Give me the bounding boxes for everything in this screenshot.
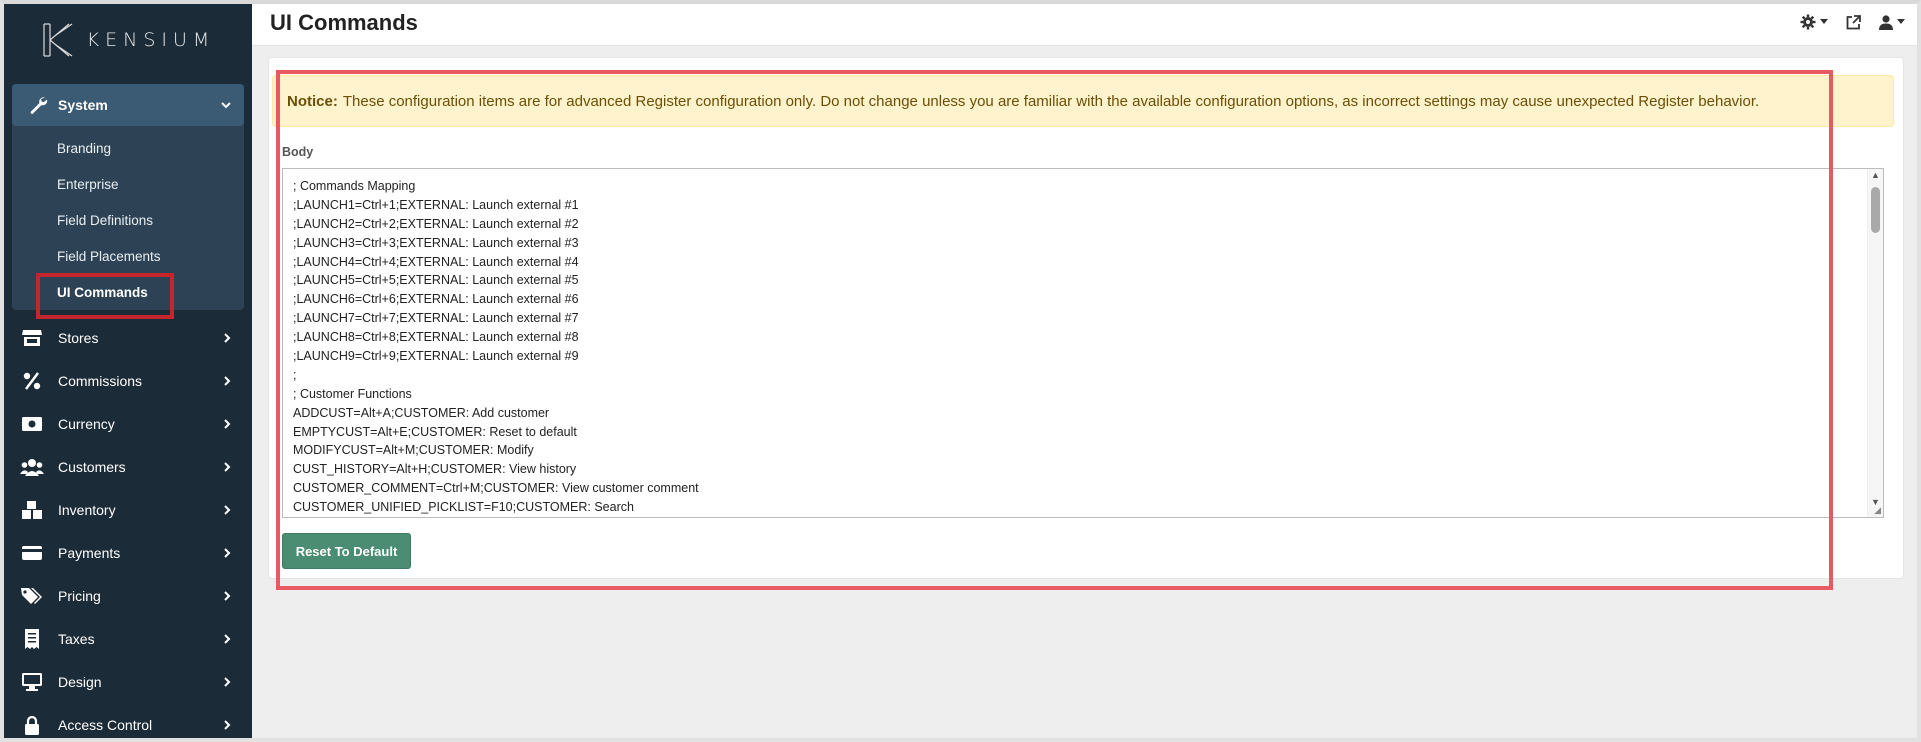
sidebar-item-label: Commissions [58, 372, 143, 389]
tags-icon [20, 584, 44, 608]
sidebar-item-label: Inventory [58, 501, 116, 518]
sidebar-item-commissions[interactable]: Commissions [4, 359, 252, 402]
body-text-line: ; [293, 367, 297, 382]
body-text-line: EMPTYCUST=Alt+E;CUSTOMER: Reset to defau… [293, 424, 577, 439]
body-textarea[interactable]: ; Commands Mapping ;LAUNCH1=Ctrl+1;EXTERN… [282, 168, 1884, 518]
sidebar-item-payments[interactable]: Payments [4, 531, 252, 574]
external-link-icon [1846, 14, 1861, 30]
credit-card-icon [20, 541, 44, 565]
boxes-icon [20, 498, 44, 522]
topbar-actions [1800, 14, 1905, 30]
sidebar-item-label: Access Control [58, 716, 153, 733]
sidebar-item-design[interactable]: Design [4, 660, 252, 703]
money-icon [20, 412, 44, 436]
user-icon [1879, 14, 1893, 30]
notice-text: These configuration items are for advanc… [342, 92, 1760, 110]
wrench-icon [24, 95, 52, 115]
body-text-line: ;LAUNCH4=Ctrl+4;EXTERNAL: Launch externa… [293, 254, 579, 269]
topbar: UI Commands [252, 4, 1917, 46]
chevron-right-icon [222, 547, 232, 559]
sidebar-item-label: Pricing [58, 587, 101, 604]
percent-icon [20, 369, 44, 393]
body-text-line: ADDCUST=Alt+A;CUSTOMER: Add customer [293, 405, 550, 420]
scroll-up-arrow-icon[interactable]: ▲ [1871, 170, 1880, 180]
sidebar-item-customers[interactable]: Customers [4, 445, 252, 488]
sidebar-item-currency[interactable]: Currency [4, 402, 252, 445]
sidebar: KENSIUM System Branding Enterprise Field… [4, 4, 252, 738]
open-external-button[interactable] [1846, 14, 1861, 30]
sidebar-item-label: Stores [58, 329, 99, 346]
notice-alert: Notice: These configuration items are fo… [272, 75, 1894, 127]
body-text-line: CUSTOMER_UNIFIED_PICKLIST=F10;CUSTOMER: … [293, 500, 634, 515]
lock-icon [20, 713, 44, 737]
sidebar-item-stores[interactable]: Stores [4, 316, 252, 359]
chevron-right-icon [222, 633, 232, 645]
chevron-right-icon [222, 719, 232, 731]
sidebar-item-label: Currency [58, 415, 115, 432]
chevron-right-icon [222, 504, 232, 516]
kensium-logo-icon [41, 22, 75, 58]
body-text-line: ;LAUNCH1=Ctrl+1;EXTERNAL: Launch externa… [293, 197, 579, 212]
body-text-line: ;LAUNCH9=Ctrl+9;EXTERNAL: Launch externa… [293, 349, 579, 364]
sidebar-item-access-control[interactable]: Access Control [4, 703, 252, 738]
brand-logo[interactable]: KENSIUM [4, 4, 252, 76]
sidebar-item-enterprise[interactable]: Enterprise [12, 166, 244, 202]
body-text-line: ;LAUNCH7=Ctrl+7;EXTERNAL: Launch externa… [293, 311, 579, 326]
settings-menu-button[interactable] [1800, 14, 1828, 30]
monitor-icon [20, 670, 44, 694]
body-text-line: ;LAUNCH3=Ctrl+3;EXTERNAL: Launch externa… [293, 235, 579, 250]
body-text-line: ;LAUNCH6=Ctrl+6;EXTERNAL: Launch externa… [293, 292, 579, 307]
chevron-right-icon [222, 676, 232, 688]
sidebar-item-inventory[interactable]: Inventory [4, 488, 252, 531]
scrollbar-thumb[interactable] [1871, 187, 1880, 233]
body-text-line: ; Commands Mapping [293, 179, 416, 193]
body-text-line: CUST_HISTORY=Alt+H;CUSTOMER: View histor… [293, 462, 577, 477]
chevron-right-icon [222, 590, 232, 602]
chevron-right-icon [222, 375, 232, 387]
reset-to-default-button[interactable]: Reset To Default [282, 533, 411, 569]
sidebar-item-field-definitions[interactable]: Field Definitions [12, 202, 244, 238]
body-field-label: Body [282, 145, 314, 159]
sidebar-item-pricing[interactable]: Pricing [4, 574, 252, 617]
sidebar-item-system[interactable]: System [12, 84, 244, 126]
users-icon [20, 455, 44, 479]
chevron-right-icon [222, 418, 232, 430]
sidebar-item-label: Taxes [58, 630, 95, 647]
sidebar-item-ui-commands[interactable]: UI Commands [12, 273, 244, 319]
body-text-lines: ; Commands Mapping ;LAUNCH1=Ctrl+1;EXTERN… [293, 177, 1873, 517]
body-text-line: CUSTOMER_COMMENT=Ctrl+M;CUSTOMER: View c… [293, 481, 699, 496]
receipt-icon [20, 627, 44, 651]
sidebar-item-field-placements[interactable]: Field Placements [12, 238, 244, 274]
body-text-line: ;LAUNCH8=Ctrl+8;EXTERNAL: Launch externa… [293, 330, 579, 345]
brand-name: KENSIUM [86, 29, 216, 51]
resize-grip-icon[interactable]: ◢ [1874, 505, 1881, 516]
chevron-right-icon [222, 461, 232, 473]
sidebar-group-system: System Branding Enterprise Field Definit… [12, 84, 244, 319]
settings-gear-icon [1800, 14, 1816, 30]
sidebar-item-label: System [58, 97, 108, 113]
sidebar-item-branding[interactable]: Branding [12, 130, 244, 166]
sidebar-item-taxes[interactable]: Taxes [4, 617, 252, 660]
sidebar-item-label: Design [58, 673, 102, 690]
page-title: UI Commands [270, 10, 418, 35]
body-text-line: ;LAUNCH2=Ctrl+2;EXTERNAL: Launch externa… [293, 216, 579, 231]
body-text-line: ;LAUNCH5=Ctrl+5;EXTERNAL: Launch externa… [293, 273, 579, 288]
textarea-scrollbar[interactable]: ▲ ▼ [1867, 169, 1883, 517]
system-submenu: Branding Enterprise Field Definitions Fi… [12, 126, 244, 319]
caret-down-icon [1897, 19, 1905, 25]
chevron-right-icon [222, 332, 232, 344]
store-icon [20, 326, 44, 350]
notice-title: Notice: [287, 92, 338, 110]
user-menu-button[interactable] [1879, 14, 1905, 30]
chevron-down-icon [220, 99, 232, 111]
body-text-line: ; Customer Functions [293, 386, 412, 401]
caret-down-icon [1820, 19, 1828, 25]
sidebar-item-label: Payments [58, 544, 121, 561]
sidebar-item-label: Customers [58, 458, 126, 475]
body-text-line: MODIFYCUST=Alt+M;CUSTOMER: Modify [293, 443, 534, 458]
